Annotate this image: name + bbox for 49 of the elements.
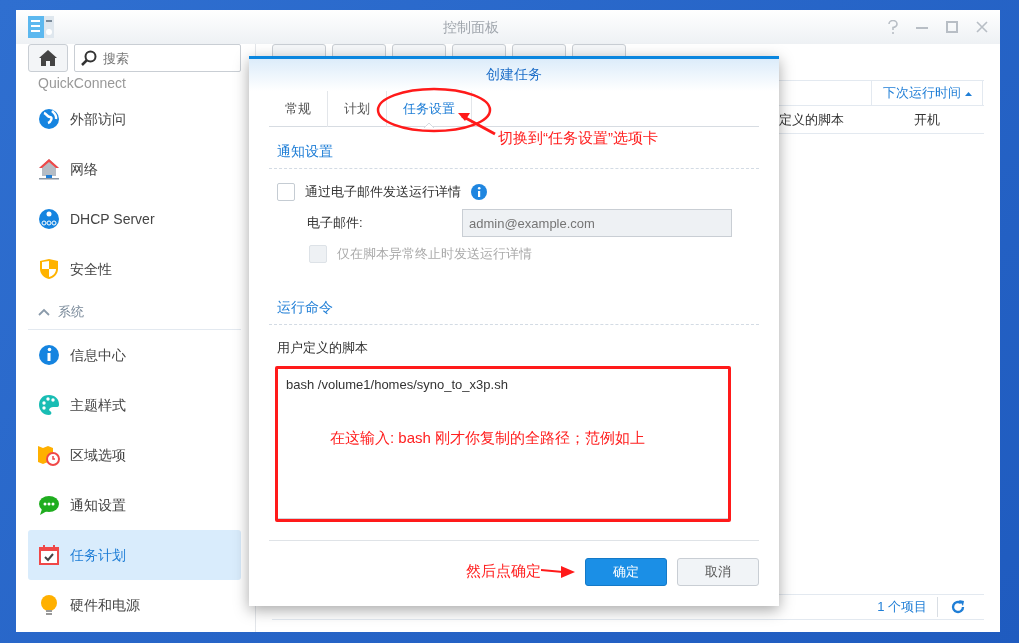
window-title: 控制面板: [442, 17, 500, 37]
chat-bubble-icon: [38, 494, 60, 516]
sidebar-item[interactable]: 通知设置: [70, 494, 126, 516]
sidebar-item[interactable]: 外部访问: [70, 108, 126, 130]
column-header[interactable]: 下次运行时间: [871, 81, 983, 105]
sort-arrow-icon: [964, 90, 972, 96]
sidebar-item[interactable]: 网络: [70, 158, 98, 180]
network-icon: [38, 208, 60, 230]
script-label: 用户定义的脚本: [277, 339, 369, 357]
item-count: 1 个项目: [877, 597, 938, 617]
table-cell-text: 开机: [913, 110, 941, 129]
close-icon[interactable]: [976, 20, 988, 34]
light-bulb-icon: [38, 594, 60, 616]
section-title: 运行命令: [269, 291, 759, 325]
search-field[interactable]: 搜索: [74, 44, 241, 72]
calendar-check-icon: [38, 544, 60, 566]
sidebar-item[interactable]: 安全性: [70, 258, 112, 280]
refresh-icon[interactable]: [950, 599, 966, 615]
sidebar-item[interactable]: 硬件和电源: [70, 594, 140, 616]
sidebar-item[interactable]: 任务计划: [70, 544, 126, 566]
map-clock-icon: [38, 444, 60, 466]
annotation-text: 切换到“任务设置”选项卡: [498, 128, 658, 148]
annotation-arrow: [541, 564, 575, 579]
help-icon[interactable]: [888, 20, 898, 34]
email-checkbox[interactable]: [277, 183, 295, 201]
maximize-icon[interactable]: [946, 20, 958, 34]
house-icon: [38, 158, 60, 180]
table-cell-text: 定义的脚本: [779, 110, 845, 129]
sidebar-item[interactable]: 主题样式: [70, 394, 126, 416]
shield-icon: [38, 258, 60, 280]
section-label: 系统: [58, 302, 84, 321]
sidebar-item[interactable]: 区域选项: [70, 444, 126, 466]
sidebar-item[interactable]: DHCP Server: [70, 208, 155, 230]
home-icon: [39, 50, 57, 66]
home-button[interactable]: [28, 44, 68, 72]
sidebar-item[interactable]: 信息中心: [70, 344, 126, 366]
cancel-button[interactable]: 取消: [677, 557, 759, 586]
palette-icon: [38, 394, 60, 416]
info-icon: [38, 344, 60, 366]
control-panel-icon: [28, 16, 54, 38]
annotation-text: 然后点确定: [466, 561, 541, 582]
dialog-title: 创建任务: [249, 59, 779, 91]
info-icon[interactable]: [471, 184, 487, 200]
email-label: 电子邮件:: [307, 214, 364, 233]
checkbox-label: 仅在脚本异常终止时发送运行详情: [337, 245, 532, 264]
annotation-text: 在这输入: bash 刚才你复制的全路径；范例如上: [330, 427, 646, 448]
tab[interactable]: 计划: [328, 91, 387, 127]
checkbox-label: 通过电子邮件发送运行详情: [305, 183, 461, 202]
tab[interactable]: 常规: [269, 91, 328, 127]
